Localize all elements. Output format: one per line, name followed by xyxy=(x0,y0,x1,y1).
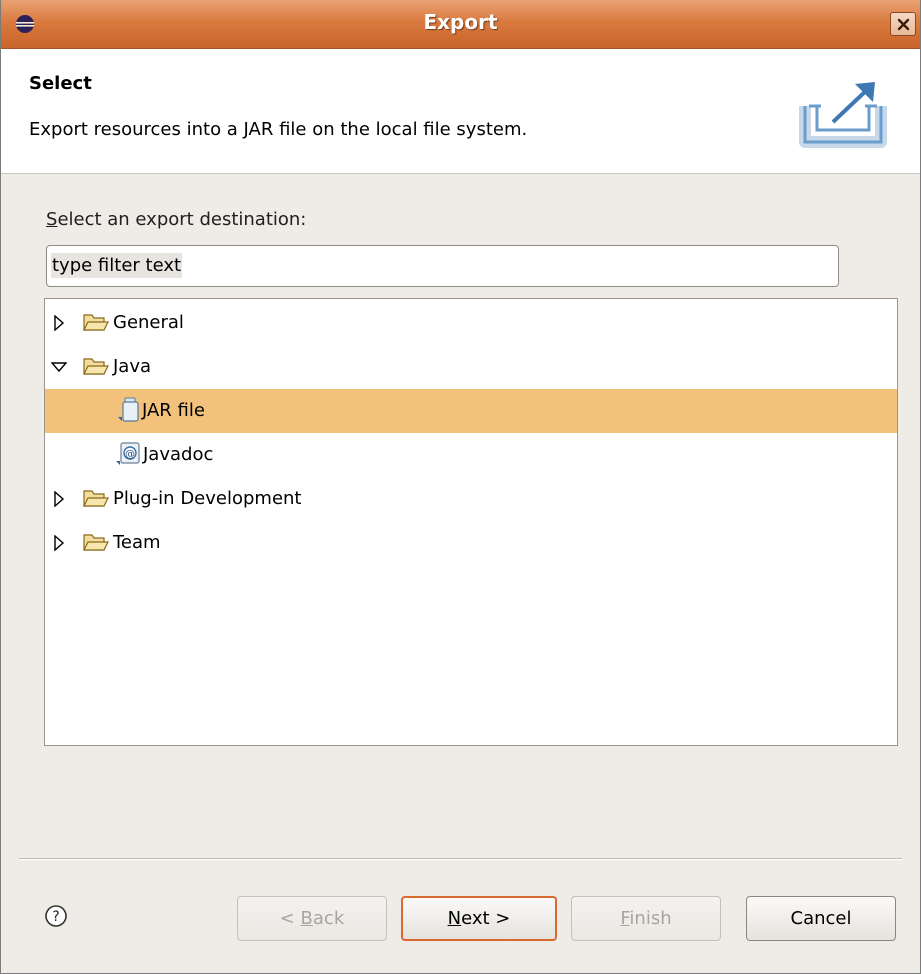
title-bar[interactable]: Export xyxy=(1,0,920,49)
svg-text:?: ? xyxy=(52,909,59,925)
close-button[interactable] xyxy=(890,12,916,36)
filter-input[interactable]: type filter text xyxy=(46,245,839,287)
finish-button-text: inish xyxy=(629,908,672,929)
next-button-mnemonic: N xyxy=(447,908,462,929)
expand-arrow-icon[interactable] xyxy=(53,535,65,551)
back-button-mnemonic: B xyxy=(300,908,313,929)
button-bar-separator xyxy=(19,858,902,860)
next-button-text: ext > xyxy=(461,908,511,929)
folder-icon xyxy=(83,314,109,331)
window-title: Export xyxy=(423,10,498,34)
destination-label: Select an export destination: xyxy=(46,209,306,230)
destination-label-text: elect an export destination: xyxy=(57,209,307,230)
tree-item-java[interactable]: Java xyxy=(45,345,897,389)
page-title: Select xyxy=(29,73,92,94)
javadoc-icon: @ xyxy=(116,442,140,465)
svg-text:@: @ xyxy=(125,449,135,460)
folder-icon xyxy=(83,358,109,375)
close-icon xyxy=(897,18,910,31)
tree-item-javadoc[interactable]: @ Javadoc xyxy=(45,433,897,477)
tree-item-jar-file[interactable]: JAR file xyxy=(45,389,897,433)
tree-item-label: General xyxy=(113,312,184,333)
filter-input-text: type filter text xyxy=(51,253,183,278)
help-icon[interactable]: ? xyxy=(44,904,68,928)
jar-file-icon xyxy=(118,397,139,422)
tree-item-team[interactable]: Team xyxy=(45,521,897,565)
destination-label-mnemonic: S xyxy=(46,209,58,230)
export-dialog: Export Select Export resources into a JA… xyxy=(0,0,921,974)
folder-icon xyxy=(83,490,109,507)
export-wizard-icon xyxy=(799,82,887,148)
tree-item-label: Javadoc xyxy=(143,444,214,465)
tree-item-plugin-development[interactable]: Plug-in Development xyxy=(45,477,897,521)
header-banner: Select Export resources into a JAR file … xyxy=(1,49,920,174)
expand-arrow-icon[interactable] xyxy=(53,491,65,507)
folder-icon xyxy=(83,534,109,551)
export-destination-tree[interactable]: General Java JAR file @ Javadoc Plug-in … xyxy=(44,298,898,746)
expand-arrow-icon[interactable] xyxy=(53,315,65,331)
next-button[interactable]: Next > xyxy=(401,896,557,941)
page-description: Export resources into a JAR file on the … xyxy=(29,119,528,140)
tree-item-label: Java xyxy=(113,356,152,377)
back-button-text: ack xyxy=(312,908,345,929)
tree-item-label: Plug-in Development xyxy=(113,488,302,509)
back-button[interactable]: < Back xyxy=(237,896,387,941)
collapse-arrow-icon[interactable] xyxy=(51,361,67,373)
tree-item-label: Team xyxy=(113,532,161,553)
tree-item-general[interactable]: General xyxy=(45,301,897,345)
back-button-prefix: < xyxy=(279,908,301,929)
tree-item-label: JAR file xyxy=(142,400,205,421)
finish-button[interactable]: Finish xyxy=(571,896,721,941)
cancel-button[interactable]: Cancel xyxy=(746,896,896,941)
